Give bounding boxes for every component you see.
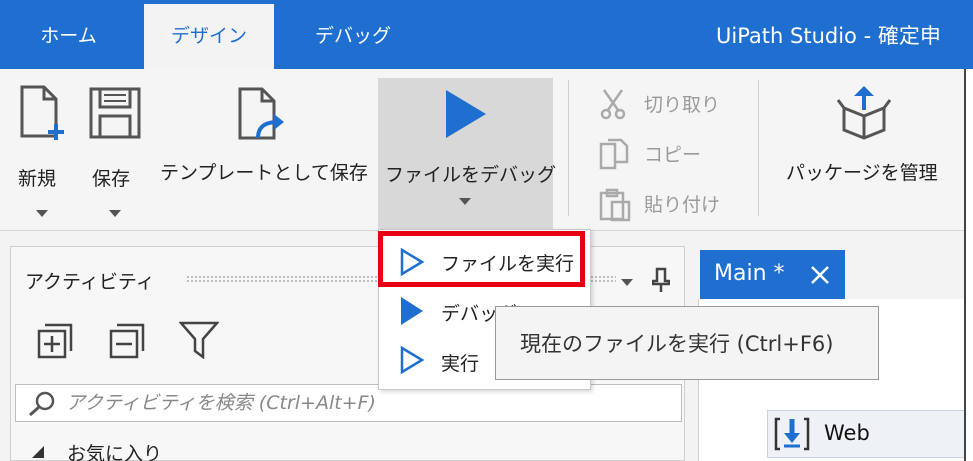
title-bar: ホーム デザイン デバッグ UiPath Studio - 確定申	[0, 0, 973, 69]
new-label: 新規	[18, 168, 57, 190]
debug-file-label: ファイルをデバッグ	[385, 164, 557, 186]
favorites-label: お気に入り	[67, 443, 163, 461]
filter-icon[interactable]	[179, 321, 219, 359]
app-title: UiPath Studio - 確定申	[716, 24, 941, 48]
panel-menu-chevron-icon[interactable]	[621, 279, 633, 286]
tab-debug[interactable]: デバッグ	[286, 0, 420, 69]
menu-item-label: 実行	[441, 353, 480, 375]
window-edge	[964, 69, 973, 461]
play-outline-icon	[400, 247, 425, 277]
tab-design[interactable]: デザイン	[144, 4, 274, 69]
cut-label: 切り取り	[644, 94, 721, 116]
close-icon[interactable]	[810, 265, 830, 285]
chevron-down-icon	[36, 210, 48, 217]
tab-home[interactable]: ホーム	[0, 0, 137, 69]
chevron-down-icon	[109, 210, 121, 217]
ribbon-separator	[568, 80, 569, 216]
play-icon	[446, 90, 486, 138]
copy-icon	[599, 138, 629, 170]
play-outline-icon	[400, 345, 425, 375]
save-as-template-button[interactable]: テンプレートとして保存	[160, 84, 368, 194]
tab-main[interactable]: Main *	[700, 250, 845, 299]
web-download-icon	[774, 417, 810, 451]
collapse-all-icon[interactable]	[109, 323, 145, 359]
chevron-down-icon	[459, 198, 471, 205]
paste-icon	[599, 188, 631, 222]
web-activity[interactable]: Web	[767, 410, 973, 458]
package-icon	[836, 86, 892, 140]
expand-all-icon[interactable]	[37, 323, 73, 359]
debug-file-button[interactable]: ファイルをデバッグ	[378, 78, 557, 230]
ribbon-separator	[758, 80, 759, 216]
new-file-icon	[20, 85, 64, 140]
pin-icon[interactable]	[652, 267, 670, 293]
copy-label: コピー	[644, 144, 702, 166]
floppy-disk-icon	[89, 87, 141, 139]
paste-label: 貼り付け	[644, 194, 721, 216]
save-button[interactable]: 保存	[84, 84, 146, 217]
main-tab-label: Main *	[714, 261, 785, 286]
manage-packages-label: パッケージを管理	[786, 162, 938, 184]
scissors-icon	[600, 89, 626, 120]
menu-item-label: ファイルを実行	[441, 253, 575, 275]
save-label: 保存	[92, 168, 131, 190]
tooltip: 現在のファイルを実行 (Ctrl+F6)	[495, 306, 879, 380]
menu-item-run-file[interactable]: ファイルを実行	[379, 237, 590, 283]
manage-packages-button[interactable]: パッケージを管理	[786, 84, 946, 194]
search-icon	[29, 391, 55, 417]
new-button[interactable]: 新規	[12, 84, 72, 217]
save-as-template-label: テンプレートとして保存	[160, 162, 368, 184]
activity-search-input[interactable]	[66, 389, 666, 417]
expander-triangle-icon	[32, 446, 44, 458]
panel-title: アクティビティ	[25, 271, 155, 293]
play-filled-icon	[401, 297, 423, 325]
tooltip-text: 現在のファイルを実行 (Ctrl+F6)	[520, 332, 834, 356]
template-export-icon	[238, 87, 284, 140]
web-activity-label: Web	[824, 421, 870, 445]
